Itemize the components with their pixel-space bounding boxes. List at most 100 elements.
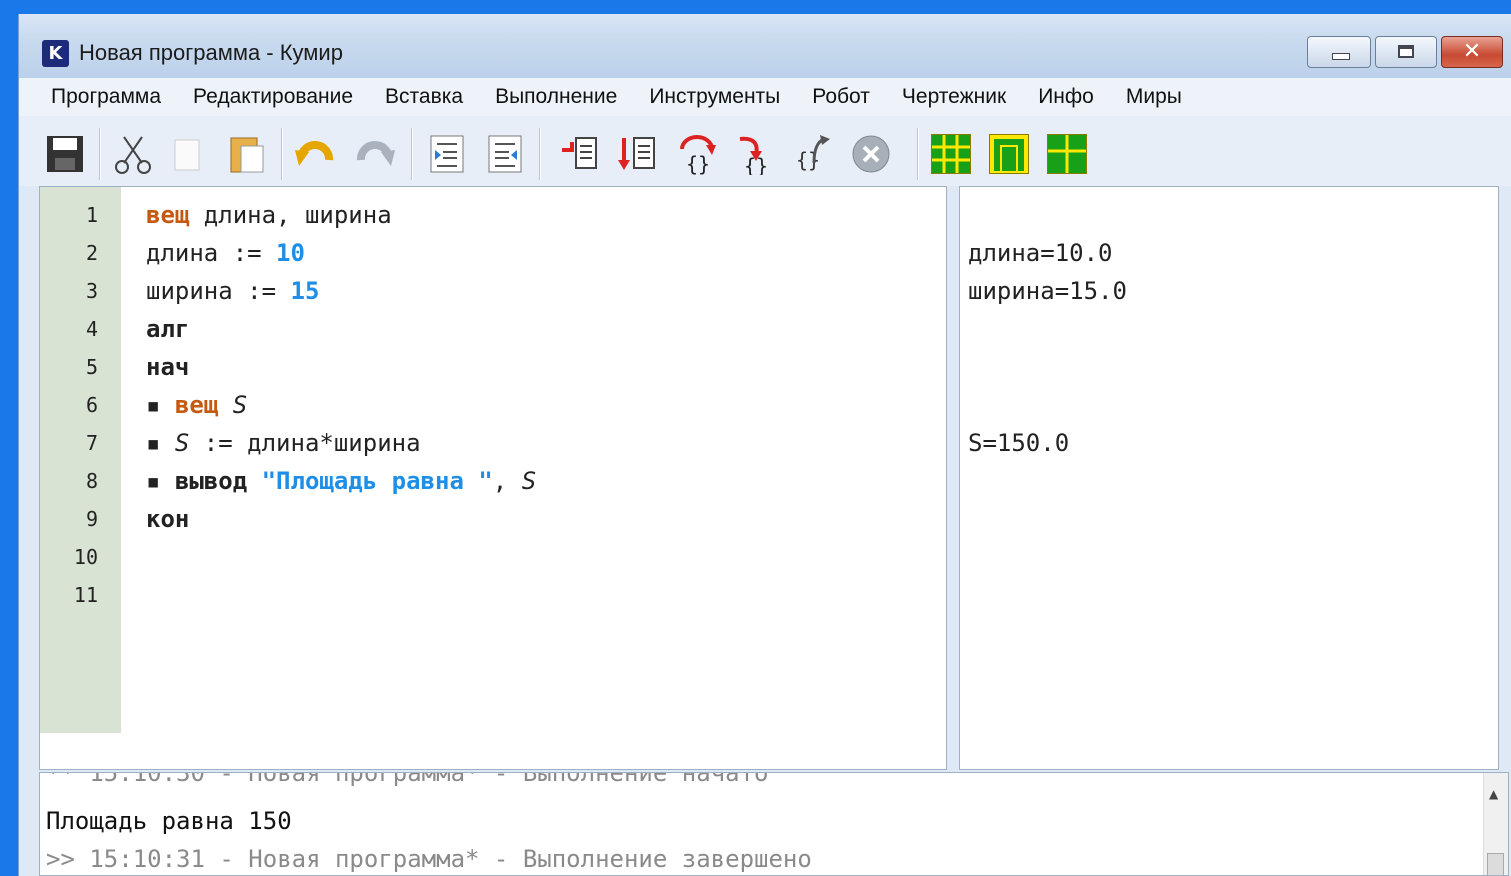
unindent-icon[interactable] (483, 132, 527, 176)
value-line: длина=10.0 (968, 239, 1113, 267)
line-number: 2 (85, 241, 98, 265)
line-number: 8 (85, 469, 98, 493)
console-line-finish: >> 15:10:31 - Новая программа* - Выполне… (46, 845, 812, 873)
main-window: K Новая программа - Кумир ✕ Программа Ре… (18, 14, 1511, 876)
indent-icon[interactable] (425, 132, 469, 176)
code-token: "Площадь равна " (261, 467, 493, 495)
copy-icon[interactable] (167, 132, 211, 176)
code-token: 10 (276, 239, 305, 267)
step-over-icon[interactable]: {} (675, 132, 719, 176)
paste-icon[interactable] (225, 132, 269, 176)
scroll-up-icon[interactable]: ▲ (1489, 787, 1498, 801)
values-panel: длина=10.0 ширина=15.0 S=150.0 (959, 186, 1499, 770)
code-line[interactable]: кон (146, 505, 189, 533)
run-step-icon[interactable] (557, 132, 601, 176)
code-token: алг (146, 315, 190, 343)
line-number: 3 (85, 279, 98, 303)
code-line[interactable]: ▪ вещ S (146, 391, 247, 419)
code-token: S (232, 391, 248, 419)
line-number: 6 (85, 393, 98, 417)
code-token: вещ (174, 391, 219, 419)
kumir-app-icon: K (42, 40, 69, 67)
code-line[interactable]: ширина := 15 (146, 277, 319, 305)
line-number: 1 (85, 203, 98, 227)
code-token: кон (146, 505, 190, 533)
scroll-thumb[interactable] (1487, 853, 1504, 875)
window-title: Новая программа - Кумир (79, 40, 343, 65)
code-token: нач (146, 353, 190, 381)
code-line[interactable]: вещ длина, ширина (146, 201, 392, 229)
code-token: вывод (174, 467, 248, 495)
code-token: S (521, 467, 537, 495)
minimize-button[interactable] (1307, 36, 1371, 68)
menu-bar: Программа Редактирование Вставка Выполне… (19, 78, 1511, 116)
undo-icon[interactable] (293, 132, 337, 176)
menu-drawer[interactable]: Чертежник (886, 85, 1022, 109)
code-line[interactable]: длина := 10 (146, 239, 305, 267)
code-token: ▪ (146, 429, 175, 457)
value-line: S=150.0 (968, 429, 1070, 457)
step-into-icon[interactable]: {} (733, 132, 777, 176)
code-token: := длина*ширина (189, 429, 421, 457)
code-token: ширина := (146, 277, 291, 305)
toolbar-separator (281, 128, 283, 180)
close-icon: ✕ (1462, 39, 1482, 64)
code-line[interactable]: ▪ вывод "Площадь равна ", S (146, 467, 536, 495)
menu-robot[interactable]: Робот (796, 85, 886, 109)
toolbar-separator (917, 128, 919, 180)
line-number: 5 (85, 355, 98, 379)
drawer-icon[interactable] (1045, 132, 1089, 176)
code-token: , (492, 467, 522, 495)
console-line-start: ** 15:10:30 - Новая программа* - Выполне… (46, 772, 769, 787)
toolbar-separator (411, 128, 413, 180)
line-number: 4 (85, 317, 98, 341)
redo-icon[interactable] (353, 132, 397, 176)
code-token: длина := (146, 239, 277, 267)
code-token: 15 (290, 277, 320, 305)
cut-icon[interactable] (111, 132, 155, 176)
maximize-button[interactable] (1375, 36, 1437, 68)
code-line[interactable]: ▪ S := длина*ширина (146, 429, 421, 457)
menu-edit[interactable]: Редактирование (177, 85, 369, 109)
svg-text:{}: {} (744, 154, 768, 175)
output-console[interactable]: ** 15:10:30 - Новая программа* - Выполне… (39, 772, 1509, 876)
robot-window-icon[interactable] (987, 132, 1031, 176)
line-number: 10 (73, 545, 98, 569)
line-number-gutter: 1 2 3 4 5 6 7 8 9 10 11 (40, 187, 121, 733)
save-icon[interactable] (43, 132, 87, 176)
step-out-icon[interactable]: {} (791, 132, 835, 176)
code-line[interactable]: нач (146, 353, 189, 381)
maximize-icon (1398, 45, 1414, 58)
menu-program[interactable]: Программа (19, 85, 177, 109)
menu-insert[interactable]: Вставка (369, 85, 479, 109)
code-token: длина, ширина (189, 201, 392, 229)
toolbar: {} {} {} (19, 116, 1511, 186)
code-token: ▪ (146, 467, 175, 495)
code-token: S (174, 429, 190, 457)
toolbar-separator (539, 128, 541, 180)
code-token: ▪ (146, 391, 175, 419)
menu-worlds[interactable]: Миры (1110, 85, 1198, 109)
menu-tools[interactable]: Инструменты (633, 85, 796, 109)
code-editor[interactable]: 1 2 3 4 5 6 7 8 9 10 11 вещ длина, ширина длина := … (39, 186, 947, 770)
code-token: вещ (146, 201, 190, 229)
toolbar-separator (99, 128, 101, 180)
title-bar[interactable]: K Новая программа - Кумир ✕ (19, 14, 1511, 78)
console-scrollbar[interactable]: ▲ (1483, 773, 1508, 875)
value-line: ширина=15.0 (968, 277, 1127, 305)
close-button[interactable]: ✕ (1441, 36, 1503, 68)
svg-text:{}: {} (686, 152, 710, 175)
run-continuous-icon[interactable] (615, 132, 659, 176)
code-line[interactable]: алг (146, 315, 189, 343)
minimize-icon (1332, 53, 1350, 60)
line-number: 7 (85, 431, 98, 455)
console-line-output: Площадь равна 150 (46, 807, 292, 835)
menu-run[interactable]: Выполнение (479, 85, 633, 109)
robot-field-icon[interactable] (929, 132, 973, 176)
line-number: 11 (73, 583, 98, 607)
line-number: 9 (85, 507, 98, 531)
menu-info[interactable]: Инфо (1022, 85, 1110, 109)
stop-icon[interactable] (849, 132, 893, 176)
